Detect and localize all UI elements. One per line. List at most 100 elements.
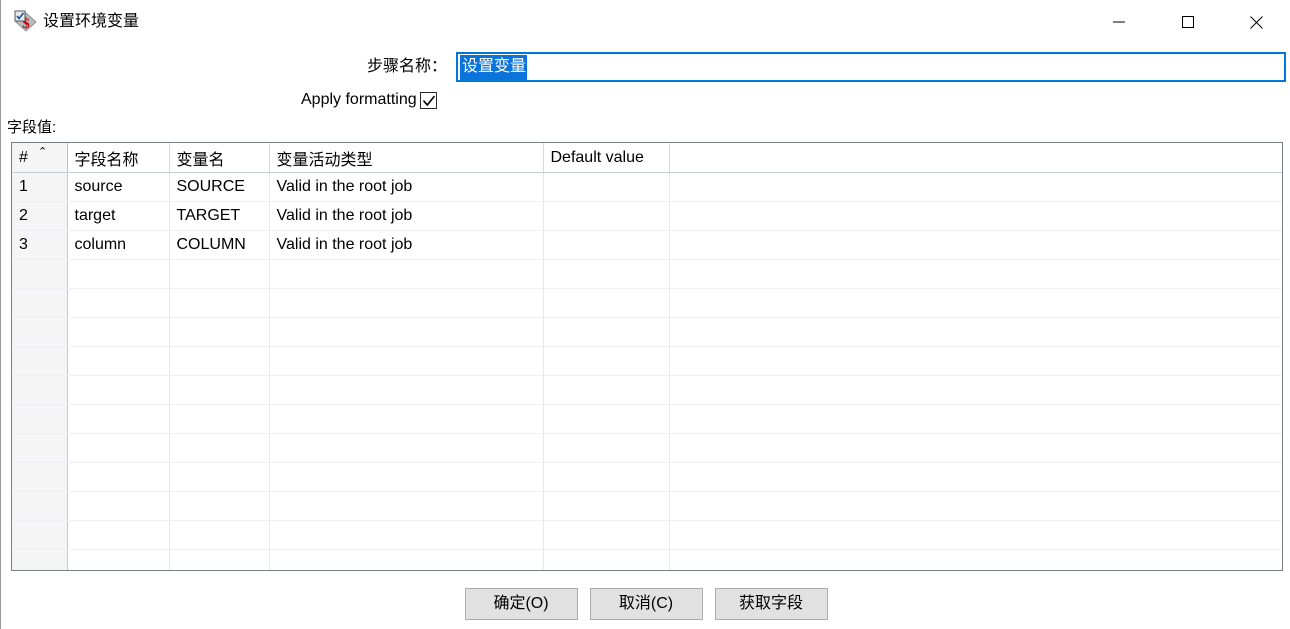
default-value-cell[interactable] bbox=[543, 230, 670, 260]
variable-scope-cell[interactable] bbox=[269, 433, 544, 463]
variable-name-cell[interactable] bbox=[169, 520, 270, 550]
field-name-cell[interactable] bbox=[67, 317, 170, 347]
field-name-cell[interactable] bbox=[67, 520, 170, 550]
default-value-cell[interactable] bbox=[543, 404, 670, 434]
table-row-empty[interactable] bbox=[12, 346, 1282, 376]
variable-scope-cell[interactable] bbox=[269, 404, 544, 434]
variable-scope-cell[interactable] bbox=[269, 491, 544, 521]
variable-scope-cell[interactable] bbox=[269, 317, 544, 347]
table-row-empty[interactable] bbox=[12, 259, 1282, 289]
extra-cell[interactable] bbox=[669, 491, 1282, 521]
default-value-cell[interactable] bbox=[543, 317, 670, 347]
table-row-empty[interactable] bbox=[12, 433, 1282, 463]
default-value-cell[interactable] bbox=[543, 172, 670, 202]
variable-scope-cell[interactable]: Valid in the root job bbox=[269, 201, 544, 231]
table-row-empty[interactable] bbox=[12, 549, 1282, 570]
table-row[interactable]: 3 column COLUMN Valid in the root job bbox=[12, 230, 1282, 260]
default-value-cell[interactable] bbox=[543, 462, 670, 492]
extra-cell[interactable] bbox=[669, 462, 1282, 492]
extra-cell[interactable] bbox=[669, 172, 1282, 202]
variable-name-cell[interactable] bbox=[169, 346, 270, 376]
field-values-grid[interactable]: # ⌃ 字段名称 变量名 变量活动类型 Default value 1 sourc… bbox=[11, 142, 1283, 571]
field-name-cell[interactable] bbox=[67, 288, 170, 318]
field-name-cell[interactable]: target bbox=[67, 201, 170, 231]
extra-cell[interactable] bbox=[669, 549, 1282, 570]
extra-cell[interactable] bbox=[669, 520, 1282, 550]
extra-cell[interactable] bbox=[669, 433, 1282, 463]
apply-formatting-row[interactable]: Apply formatting bbox=[301, 88, 437, 112]
variable-scope-cell[interactable] bbox=[269, 375, 544, 405]
variable-name-cell[interactable] bbox=[169, 433, 270, 463]
column-header-extra[interactable] bbox=[669, 143, 1282, 173]
table-row-empty[interactable] bbox=[12, 520, 1282, 550]
variable-scope-cell[interactable] bbox=[269, 520, 544, 550]
variable-scope-cell[interactable] bbox=[269, 259, 544, 289]
extra-cell[interactable] bbox=[669, 201, 1282, 231]
variable-name-cell[interactable] bbox=[169, 462, 270, 492]
column-header-rownum[interactable]: # ⌃ bbox=[12, 143, 68, 173]
field-name-cell[interactable]: column bbox=[67, 230, 170, 260]
maximize-button[interactable] bbox=[1153, 0, 1222, 44]
variable-name-cell[interactable] bbox=[169, 259, 270, 289]
apply-formatting-checkbox[interactable] bbox=[419, 91, 437, 109]
extra-cell[interactable] bbox=[669, 404, 1282, 434]
table-row-empty[interactable] bbox=[12, 288, 1282, 318]
variable-scope-cell[interactable] bbox=[269, 549, 544, 570]
default-value-cell[interactable] bbox=[543, 375, 670, 405]
extra-cell[interactable] bbox=[669, 346, 1282, 376]
step-name-input[interactable]: 设置变量 bbox=[456, 52, 1286, 82]
field-name-cell[interactable] bbox=[67, 404, 170, 434]
variable-name-cell[interactable]: TARGET bbox=[169, 201, 270, 231]
table-row-empty[interactable] bbox=[12, 491, 1282, 521]
ok-button[interactable]: 确定(O) bbox=[464, 588, 578, 620]
cancel-button[interactable]: 取消(C) bbox=[589, 588, 703, 620]
table-row-empty[interactable] bbox=[12, 462, 1282, 492]
variable-scope-cell[interactable]: Valid in the root job bbox=[269, 230, 544, 260]
table-row-empty[interactable] bbox=[12, 317, 1282, 347]
variable-scope-cell[interactable] bbox=[269, 462, 544, 492]
variable-name-cell[interactable] bbox=[169, 491, 270, 521]
variable-scope-cell[interactable] bbox=[269, 288, 544, 318]
extra-cell[interactable] bbox=[669, 375, 1282, 405]
variable-name-cell[interactable] bbox=[169, 317, 270, 347]
variable-scope-cell[interactable] bbox=[269, 346, 544, 376]
field-name-cell[interactable] bbox=[67, 549, 170, 570]
variable-name-cell[interactable] bbox=[169, 288, 270, 318]
default-value-cell[interactable] bbox=[543, 346, 670, 376]
default-value-cell[interactable] bbox=[543, 549, 670, 570]
extra-cell[interactable] bbox=[669, 288, 1282, 318]
default-value-cell[interactable] bbox=[543, 201, 670, 231]
variable-name-cell[interactable]: COLUMN bbox=[169, 230, 270, 260]
table-row[interactable]: 2 target TARGET Valid in the root job bbox=[12, 201, 1282, 231]
get-fields-button[interactable]: 获取字段 bbox=[714, 588, 828, 620]
table-row[interactable]: 1 source SOURCE Valid in the root job bbox=[12, 172, 1282, 202]
column-header-variable-scope[interactable]: 变量活动类型 bbox=[269, 143, 544, 173]
extra-cell[interactable] bbox=[669, 259, 1282, 289]
column-header-variable-name[interactable]: 变量名 bbox=[169, 143, 270, 173]
default-value-cell[interactable] bbox=[543, 433, 670, 463]
field-name-cell[interactable] bbox=[67, 462, 170, 492]
field-name-cell[interactable] bbox=[67, 346, 170, 376]
variable-name-cell[interactable] bbox=[169, 404, 270, 434]
extra-cell[interactable] bbox=[669, 317, 1282, 347]
field-name-cell[interactable] bbox=[67, 491, 170, 521]
table-row-empty[interactable] bbox=[12, 404, 1282, 434]
column-header-default-value[interactable]: Default value bbox=[543, 143, 670, 173]
table-row-empty[interactable] bbox=[12, 375, 1282, 405]
minimize-button[interactable] bbox=[1084, 0, 1153, 44]
variable-name-cell[interactable] bbox=[169, 375, 270, 405]
variable-scope-cell[interactable]: Valid in the root job bbox=[269, 172, 544, 202]
close-button[interactable] bbox=[1222, 0, 1290, 44]
default-value-cell[interactable] bbox=[543, 520, 670, 550]
field-name-cell[interactable] bbox=[67, 375, 170, 405]
variable-name-cell[interactable] bbox=[169, 549, 270, 570]
field-name-cell[interactable] bbox=[67, 433, 170, 463]
extra-cell[interactable] bbox=[669, 230, 1282, 260]
column-header-field-name[interactable]: 字段名称 bbox=[67, 143, 170, 173]
default-value-cell[interactable] bbox=[543, 491, 670, 521]
field-name-cell[interactable]: source bbox=[67, 172, 170, 202]
field-name-cell[interactable] bbox=[67, 259, 170, 289]
variable-name-cell[interactable]: SOURCE bbox=[169, 172, 270, 202]
default-value-cell[interactable] bbox=[543, 288, 670, 318]
default-value-cell[interactable] bbox=[543, 259, 670, 289]
